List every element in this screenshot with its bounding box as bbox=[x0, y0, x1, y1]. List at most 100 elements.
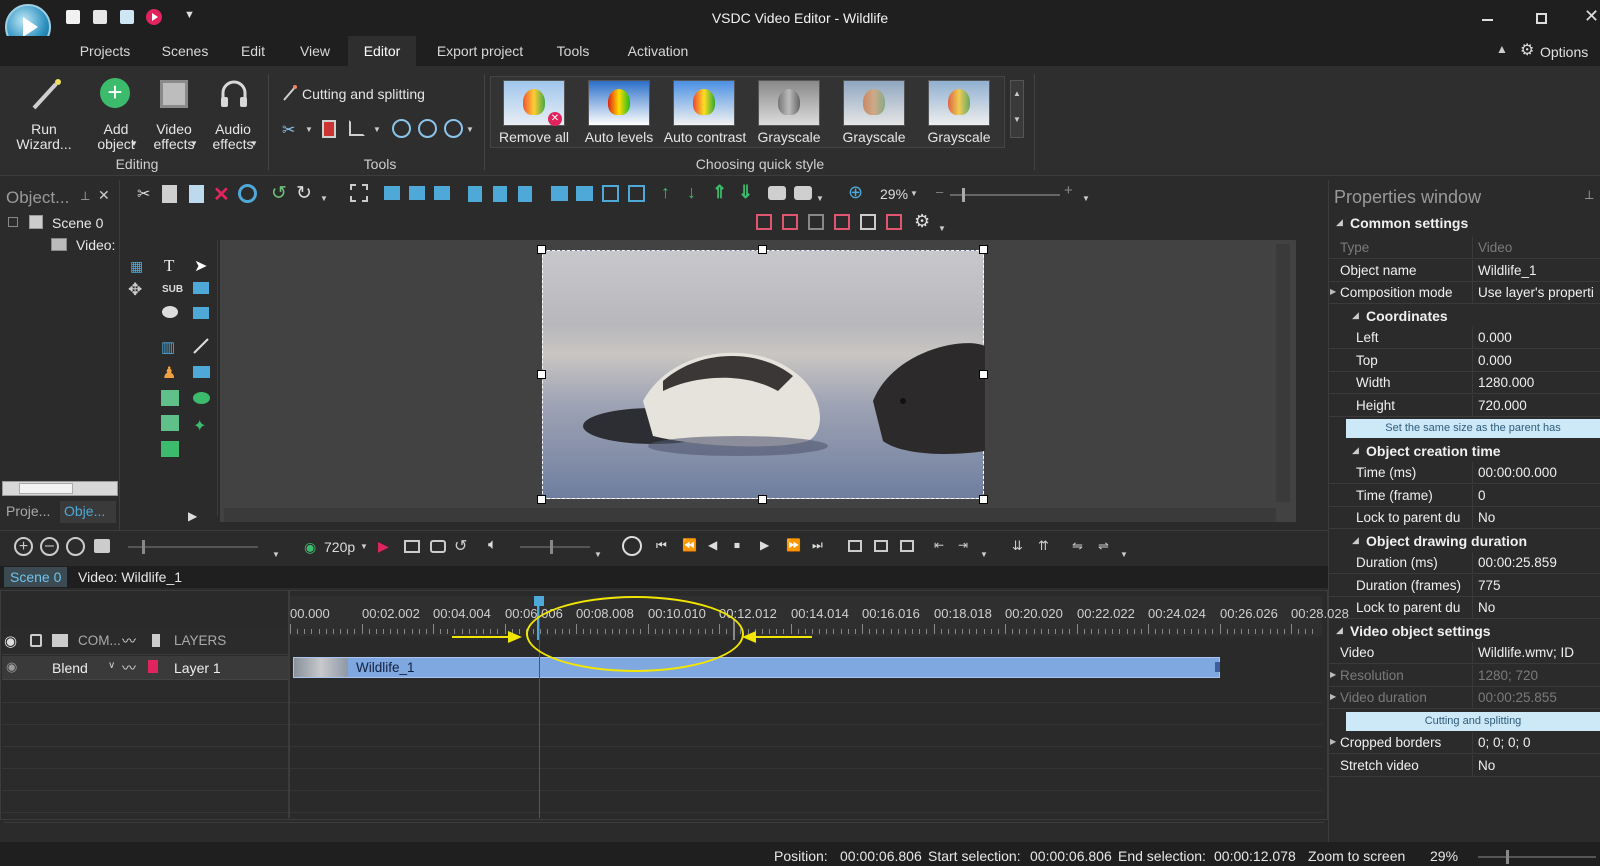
row-expander-icon[interactable]: ▶ bbox=[1330, 670, 1336, 679]
video-clip[interactable]: Wildlife_1 bbox=[293, 657, 1220, 678]
stop-icon[interactable]: ⏹ bbox=[734, 538, 740, 553]
preview-quality[interactable]: 720p bbox=[324, 539, 355, 555]
property-value[interactable]: 00:00:25.859 bbox=[1478, 555, 1596, 570]
section-collapse-icon[interactable]: ◢ bbox=[1352, 310, 1359, 321]
quick-access-open-icon[interactable] bbox=[93, 10, 107, 24]
quick-style-thumbnail[interactable] bbox=[843, 80, 905, 126]
quick-style-thumbnail[interactable] bbox=[928, 80, 990, 126]
audio-effects-dropdown-icon[interactable]: ▼ bbox=[250, 139, 258, 148]
fast-forward-icon[interactable]: ⏩ bbox=[786, 538, 801, 552]
go-to-end-icon[interactable]: ⏭ bbox=[812, 538, 823, 553]
cutting-splitting-icon[interactable] bbox=[282, 84, 298, 102]
zoom-minus-icon[interactable]: – bbox=[936, 184, 943, 199]
timeline-dropdown-icon[interactable]: ▼ bbox=[272, 550, 280, 559]
audio-tool-icon[interactable] bbox=[161, 415, 179, 431]
panel-close-icon[interactable]: ✕ bbox=[98, 187, 110, 204]
layer-row[interactable] bbox=[2, 656, 288, 680]
grid-icon[interactable] bbox=[808, 214, 824, 230]
close-icon[interactable]: ✕ bbox=[1584, 6, 1599, 27]
canvas-zoom-value[interactable]: 29% bbox=[880, 186, 908, 202]
quick-style-grayscale[interactable]: Grayscale bbox=[834, 130, 914, 145]
add-object-dropdown-icon[interactable]: ▼ bbox=[130, 139, 138, 148]
snapshot-icon[interactable] bbox=[94, 539, 110, 553]
options-label[interactable]: Options bbox=[1540, 44, 1588, 60]
settings-dropdown-icon[interactable]: ▼ bbox=[938, 224, 946, 233]
property-value[interactable]: 00:00:00.000 bbox=[1478, 465, 1596, 480]
rotate-90-left-icon[interactable] bbox=[392, 119, 411, 138]
zoom-target-icon[interactable]: ⊕ bbox=[848, 182, 863, 203]
animation-tool-icon[interactable]: ♟ bbox=[162, 363, 176, 383]
clock-icon[interactable] bbox=[622, 536, 642, 556]
group-icon[interactable] bbox=[768, 186, 786, 200]
ungroup-icon[interactable] bbox=[794, 186, 812, 200]
marker-split-icon[interactable] bbox=[874, 540, 888, 552]
layer-name[interactable]: Layer 1 bbox=[174, 660, 221, 676]
row-expander-icon[interactable]: ▶ bbox=[1330, 287, 1336, 296]
gallery-scroll-up-icon[interactable]: ▲ ▼ bbox=[1010, 80, 1024, 138]
subtitle-tool-icon[interactable]: SUB bbox=[162, 284, 183, 295]
crop-tool-icon[interactable] bbox=[349, 120, 365, 136]
align-center-icon[interactable] bbox=[409, 186, 425, 200]
zoom-100-icon[interactable] bbox=[66, 537, 85, 556]
common-settings-header[interactable]: Common settings bbox=[1350, 215, 1468, 231]
video-effects-dropdown-icon[interactable]: ▼ bbox=[190, 139, 198, 148]
composition-icon[interactable] bbox=[52, 634, 68, 647]
resize-handle[interactable] bbox=[979, 370, 988, 379]
quick-style-thumbnail[interactable] bbox=[588, 80, 650, 126]
marker-in-icon[interactable] bbox=[848, 540, 862, 552]
zoom-slider[interactable] bbox=[950, 188, 1060, 202]
section-collapse-icon[interactable]: ◢ bbox=[1336, 217, 1343, 228]
tree-expander-icon[interactable] bbox=[8, 217, 18, 227]
tab-objects-panel[interactable]: Obje... bbox=[60, 501, 116, 523]
row-expander-icon[interactable]: ▶ bbox=[1330, 692, 1336, 701]
align-left-icon[interactable] bbox=[384, 186, 400, 200]
volume-slider[interactable] bbox=[520, 540, 590, 554]
property-value[interactable]: Video bbox=[1478, 240, 1596, 255]
grid-tool-icon[interactable]: ▦ bbox=[130, 258, 143, 275]
quick-access-new-icon[interactable] bbox=[66, 10, 80, 24]
ellipse-tool-icon[interactable] bbox=[193, 392, 210, 404]
tab-edit[interactable]: Edit bbox=[232, 36, 274, 66]
blend-mode-select[interactable]: Blend bbox=[52, 660, 88, 676]
tab-export-project[interactable]: Export project bbox=[430, 36, 530, 66]
layer-eye-icon[interactable]: ◉ bbox=[6, 659, 17, 675]
jump-start-icon[interactable]: ⇤ bbox=[934, 538, 944, 552]
cutting-splitting-button[interactable]: Cutting and splitting bbox=[302, 86, 425, 102]
quality-dropdown-icon[interactable]: ▼ bbox=[360, 542, 368, 551]
rectangle-tool-icon[interactable] bbox=[193, 366, 210, 378]
tab-projects[interactable]: Projects bbox=[72, 36, 138, 66]
quick-style-grayscale[interactable]: Grayscale bbox=[749, 130, 829, 145]
playhead-head[interactable] bbox=[534, 596, 544, 606]
rewind-icon[interactable]: ⏪ bbox=[682, 538, 697, 552]
rotate-90-right-icon[interactable] bbox=[418, 119, 437, 138]
minimize-icon[interactable] bbox=[1482, 19, 1493, 21]
timeline-horizontal-scrollbar[interactable] bbox=[4, 822, 1324, 838]
safe-area-icon[interactable] bbox=[834, 214, 850, 230]
quick-access-record-icon[interactable] bbox=[146, 9, 162, 25]
video-tool-icon[interactable] bbox=[161, 441, 179, 457]
line-tool-icon[interactable] bbox=[192, 337, 210, 355]
merge-track-icon[interactable]: ⇌ bbox=[1098, 538, 1109, 554]
tab-scenes[interactable]: Scenes bbox=[152, 36, 218, 66]
delete-icon[interactable]: ✕ bbox=[213, 182, 230, 207]
track-dropdown-icon[interactable]: ▼ bbox=[1120, 550, 1128, 559]
align-top-icon[interactable] bbox=[468, 186, 482, 202]
horizontal-scrollbar[interactable] bbox=[2, 481, 118, 496]
zoom-in-timeline-icon[interactable]: + bbox=[14, 537, 33, 556]
align-middle-icon[interactable] bbox=[493, 186, 507, 202]
copy-icon[interactable] bbox=[162, 185, 177, 203]
resize-handle[interactable] bbox=[537, 495, 546, 504]
loop-region-icon[interactable] bbox=[404, 540, 420, 553]
move-down-layer-icon[interactable]: ↓ bbox=[687, 182, 696, 203]
resize-handle[interactable] bbox=[758, 495, 767, 504]
tab-scene-0[interactable]: Scene 0 bbox=[4, 567, 68, 587]
settings-gear-icon[interactable]: ⚙ bbox=[914, 211, 930, 232]
timeline-zoom-slider[interactable] bbox=[128, 540, 258, 554]
lock-icon[interactable] bbox=[30, 634, 42, 647]
row-expander-icon[interactable]: ▶ bbox=[1330, 737, 1336, 746]
zoom-dropdown-icon[interactable]: ▼ bbox=[910, 189, 918, 198]
layer-waveform-icon[interactable]: 〰 bbox=[122, 658, 136, 678]
quick-style-thumbnail[interactable] bbox=[673, 80, 735, 126]
tree-item-video[interactable]: Video: bbox=[76, 237, 115, 253]
quick-style-auto-levels[interactable]: Auto levels bbox=[579, 130, 659, 145]
